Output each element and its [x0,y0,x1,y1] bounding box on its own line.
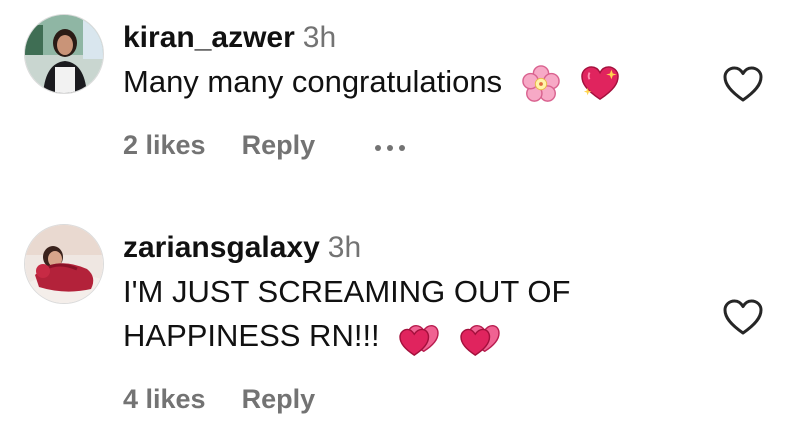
likes-count-link[interactable]: 4 likes [123,384,206,414]
timestamp: 3h [302,21,337,54]
avatar[interactable] [24,14,104,94]
two-hearts-icon [398,319,440,357]
avatar-image [25,225,103,303]
comment-actions: 2 likes Reply [123,130,411,162]
avatar[interactable] [24,224,104,304]
comment-item: kiran_azwer3h Many many congratulations [0,0,790,200]
comment-content: kiran_azwer 3h Many many congratulations [123,18,700,104]
comment-content: zariansgalaxy 3h I'M JUST SCREAMING OUT O… [123,228,700,358]
comment-item: zariansgalaxy 3h I'M JUST SCREAMING OUT O… [0,210,790,438]
comment-header: zariansgalaxy 3h [123,228,700,268]
avatar-image [25,15,103,93]
comment-text-line-2: HAPPINESS RN!!! [123,318,380,353]
timestamp: 3h [327,231,362,264]
reply-button[interactable]: Reply [242,130,316,160]
comment-text-line-2-row: HAPPINESS RN!!! [123,314,700,358]
comment-text-line-1: I'M JUST SCREAMING OUT OF [123,274,571,309]
comment-header: kiran_azwer 3h [123,18,700,58]
more-options-icon[interactable] [375,127,411,158]
two-hearts-icon [459,319,501,357]
comment-text: Many many congratulations [123,60,700,104]
sparkling-heart-icon [579,65,621,103]
likes-count-link[interactable]: 2 likes [123,130,206,160]
like-heart-icon[interactable] [722,298,764,338]
cherry-blossom-icon [521,65,561,103]
like-heart-icon[interactable] [722,65,764,105]
username-link[interactable]: zariansgalaxy [123,231,320,264]
username-link[interactable]: kiran_azwer [123,21,295,54]
comment-actions: 4 likes Reply [123,384,315,415]
comment-text-content: Many many congratulations [123,64,503,99]
comment-text: I'M JUST SCREAMING OUT OF HAPPINESS RN!!… [123,270,700,358]
reply-button[interactable]: Reply [242,384,316,414]
